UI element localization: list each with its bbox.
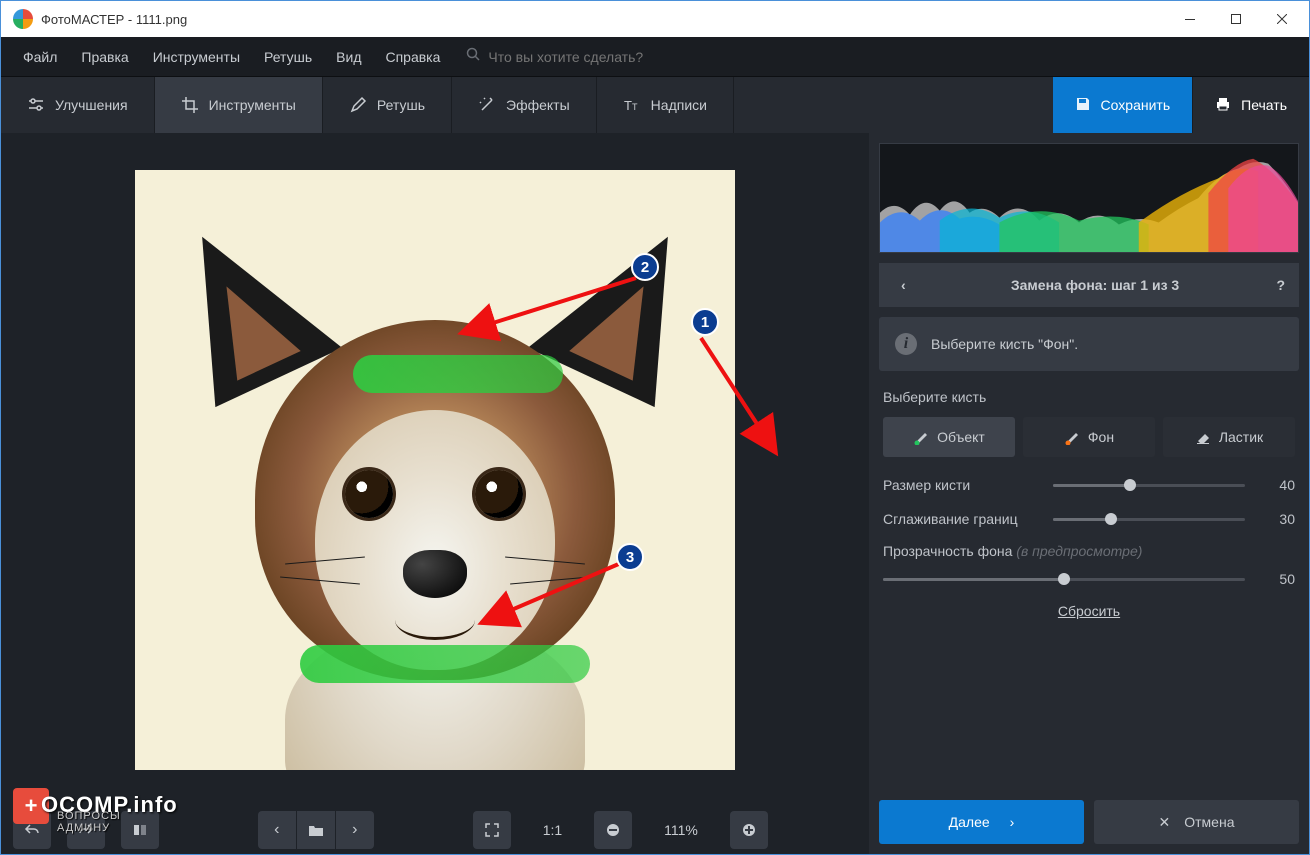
browse-button[interactable] bbox=[297, 811, 335, 849]
search-icon bbox=[466, 47, 480, 66]
titlebar: ФотоМАСТЕР - 1111.png bbox=[1, 1, 1309, 37]
save-label: Сохранить bbox=[1101, 97, 1171, 113]
cancel-button[interactable]: ✕ Отмена bbox=[1094, 800, 1299, 844]
close-icon: ✕ bbox=[1159, 814, 1171, 831]
menu-retouch[interactable]: Ретушь bbox=[254, 43, 322, 71]
crop-icon bbox=[181, 96, 199, 114]
next-button[interactable]: Далее › bbox=[879, 800, 1084, 844]
brush-eraser[interactable]: Ластик bbox=[1163, 417, 1295, 457]
tab-enhance[interactable]: Улучшения bbox=[1, 77, 155, 133]
zoom-value: 111% bbox=[648, 822, 714, 838]
tab-text[interactable]: TT Надписи bbox=[597, 77, 734, 133]
text-icon: TT bbox=[623, 96, 641, 114]
svg-text:T: T bbox=[624, 98, 632, 113]
info-icon: i bbox=[895, 333, 917, 355]
histogram bbox=[879, 143, 1299, 253]
menu-help[interactable]: Справка bbox=[375, 43, 450, 71]
menubar: Файл Правка Инструменты Ретушь Вид Справ… bbox=[1, 37, 1309, 77]
zoom-in-button[interactable] bbox=[730, 811, 768, 849]
feather-value: 30 bbox=[1255, 511, 1295, 527]
minimize-button[interactable] bbox=[1167, 1, 1213, 37]
feather-slider[interactable] bbox=[1053, 509, 1245, 529]
brush-background[interactable]: Фон bbox=[1023, 417, 1155, 457]
hint-text: Выберите кисть "Фон". bbox=[931, 336, 1078, 352]
annotation-1: 1 bbox=[691, 308, 719, 336]
transparency-label: Прозрачность фона (в предпросмотре) bbox=[883, 543, 1295, 559]
choose-brush-label: Выберите кисть bbox=[883, 389, 1295, 405]
menu-view[interactable]: Вид bbox=[326, 43, 371, 71]
tab-effects-label: Эффекты bbox=[506, 97, 570, 113]
tab-retouch[interactable]: Ретушь bbox=[323, 77, 452, 133]
canvas-view[interactable]: 1 2 3 bbox=[1, 133, 869, 806]
tab-enhance-label: Улучшения bbox=[55, 97, 128, 113]
object-brush-stroke bbox=[353, 355, 563, 393]
tab-tools[interactable]: Инструменты bbox=[155, 77, 323, 133]
print-button[interactable]: Печать bbox=[1192, 77, 1309, 133]
brush-object[interactable]: Объект bbox=[883, 417, 1015, 457]
reset-link[interactable]: Сбросить bbox=[883, 603, 1295, 619]
transparency-value: 50 bbox=[1255, 571, 1295, 587]
close-button[interactable] bbox=[1259, 1, 1305, 37]
menu-file[interactable]: Файл bbox=[13, 43, 67, 71]
app-window: ФотоМАСТЕР - 1111.png Файл Правка Инстру… bbox=[0, 0, 1310, 855]
zoom-ratio[interactable]: 1:1 bbox=[527, 822, 578, 838]
menu-edit[interactable]: Правка bbox=[71, 43, 138, 71]
brush-object-label: Объект bbox=[937, 429, 985, 445]
brush-background-label: Фон bbox=[1088, 429, 1114, 445]
back-button[interactable]: ‹ bbox=[893, 273, 914, 297]
transparency-slider[interactable] bbox=[883, 569, 1245, 589]
prev-image-button[interactable]: ‹ bbox=[258, 811, 296, 849]
help-button[interactable]: ? bbox=[1276, 277, 1285, 293]
next-image-button[interactable]: › bbox=[336, 811, 374, 849]
size-value: 40 bbox=[1255, 477, 1295, 493]
maximize-button[interactable] bbox=[1213, 1, 1259, 37]
content-area: 1 2 3 ‹ › 1:1 111% bbox=[1, 133, 1309, 854]
hint-box: i Выберите кисть "Фон". bbox=[879, 317, 1299, 371]
cancel-label: Отмена bbox=[1184, 814, 1234, 830]
watermark-line2: ВОПРОСЫ АДМИНУ bbox=[57, 810, 121, 834]
app-logo-icon bbox=[13, 9, 33, 29]
size-label: Размер кисти bbox=[883, 477, 1043, 493]
tab-effects[interactable]: Эффекты bbox=[452, 77, 597, 133]
zoom-out-button[interactable] bbox=[594, 811, 632, 849]
save-icon bbox=[1075, 96, 1091, 115]
feather-label: Сглаживание границ bbox=[883, 511, 1043, 527]
chevron-right-icon: › bbox=[1010, 814, 1015, 830]
size-slider[interactable] bbox=[1053, 475, 1245, 495]
sidebar: ‹ Замена фона: шаг 1 из 3 ? i Выберите к… bbox=[869, 133, 1309, 854]
panel-title-bar: ‹ Замена фона: шаг 1 из 3 ? bbox=[879, 263, 1299, 307]
tab-retouch-label: Ретушь bbox=[377, 97, 425, 113]
svg-text:T: T bbox=[632, 102, 638, 112]
print-label: Печать bbox=[1241, 97, 1287, 113]
tab-tools-label: Инструменты bbox=[209, 97, 296, 113]
brush-icon bbox=[349, 96, 367, 114]
search-input[interactable] bbox=[488, 49, 708, 65]
tabbar: Улучшения Инструменты Ретушь Эффекты TT … bbox=[1, 77, 1309, 133]
fit-screen-button[interactable] bbox=[473, 811, 511, 849]
sliders-icon bbox=[27, 96, 45, 114]
print-icon bbox=[1215, 96, 1231, 115]
object-brush-stroke bbox=[300, 645, 590, 683]
eraser-icon bbox=[1195, 429, 1211, 445]
annotation-3: 3 bbox=[616, 543, 644, 571]
panel-title: Замена фона: шаг 1 из 3 bbox=[914, 277, 1277, 293]
window-title: ФотоМАСТЕР - 1111.png bbox=[41, 12, 1167, 27]
background-brush-icon bbox=[1064, 429, 1080, 445]
save-button[interactable]: Сохранить bbox=[1053, 77, 1193, 133]
canvas-area: 1 2 3 ‹ › 1:1 111% bbox=[1, 133, 869, 854]
brush-eraser-label: Ластик bbox=[1219, 429, 1263, 445]
tab-text-label: Надписи bbox=[651, 97, 707, 113]
menu-tools[interactable]: Инструменты bbox=[143, 43, 250, 71]
object-brush-icon bbox=[913, 429, 929, 445]
wand-icon bbox=[478, 96, 496, 114]
next-label: Далее bbox=[949, 814, 990, 830]
annotation-2: 2 bbox=[631, 253, 659, 281]
